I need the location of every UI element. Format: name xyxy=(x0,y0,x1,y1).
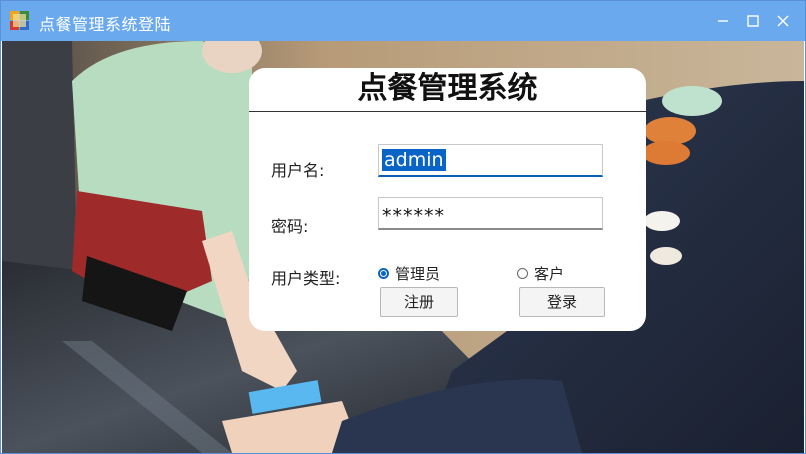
page-title: 点餐管理系统 xyxy=(357,71,538,106)
password-label: 密码: xyxy=(271,217,309,236)
title-divider xyxy=(249,111,646,112)
radio-admin-label: 管理员 xyxy=(395,265,441,283)
login-panel: 点餐管理系统 用户名: admin 密码: ****** 用户类型: 管理员 客… xyxy=(249,68,646,331)
username-input[interactable]: admin xyxy=(378,144,603,177)
radio-customer-indicator[interactable] xyxy=(517,268,528,279)
content-area: 点餐管理系统 用户名: admin 密码: ****** 用户类型: 管理员 客… xyxy=(2,41,804,453)
username-label: 用户名: xyxy=(271,161,325,180)
password-input[interactable]: ****** xyxy=(378,197,603,230)
maximize-icon[interactable] xyxy=(741,9,765,33)
close-icon[interactable] xyxy=(771,9,795,33)
window-title: 点餐管理系统登陆 xyxy=(39,15,172,34)
username-value: admin xyxy=(382,149,446,171)
user-type-label: 用户类型: xyxy=(271,269,341,288)
app-icon xyxy=(10,11,30,31)
radio-admin-indicator[interactable] xyxy=(378,268,389,279)
login-window: 点餐管理系统登陆 点餐管理系统 用户名: admin 密码: ****** 用户… xyxy=(0,0,806,454)
title-bar: 点餐管理系统登陆 xyxy=(1,1,805,41)
minimize-icon[interactable] xyxy=(711,9,735,33)
password-value: ****** xyxy=(382,205,445,227)
radio-customer-label: 客户 xyxy=(534,265,565,283)
radio-customer[interactable]: 客户 xyxy=(517,263,564,284)
register-button[interactable]: 注册 xyxy=(380,287,458,317)
radio-admin[interactable]: 管理员 xyxy=(378,263,440,284)
login-button[interactable]: 登录 xyxy=(519,287,605,317)
